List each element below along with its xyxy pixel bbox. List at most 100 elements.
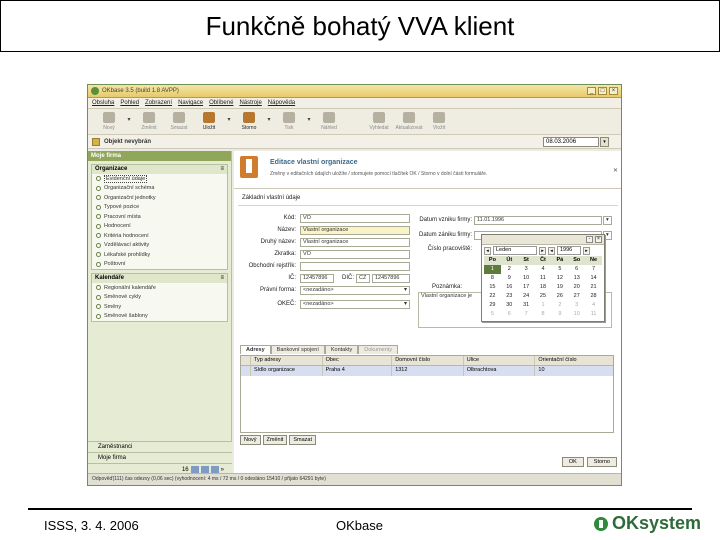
sidebar-item-kriteria-hodnoceni[interactable]: Kritéria hodnocení (92, 231, 227, 241)
calendar-day[interactable]: 22 (484, 292, 501, 301)
sidebar-item-smenove-cykly[interactable]: Směnové cykly (92, 293, 227, 303)
menu-obsluha[interactable]: Obsluha (92, 100, 114, 106)
calendar-day[interactable]: 2 (551, 301, 568, 310)
tab-bankovni-spojeni[interactable]: Bankovní spojení (270, 345, 325, 354)
panel-organizace-header[interactable]: Organizace ≡ (92, 165, 227, 174)
sidebar-item-organizacni-schema[interactable]: Organizační schéma (92, 184, 227, 194)
calendar-day[interactable]: 12 (551, 274, 568, 283)
column-header[interactable]: Typ adresy (251, 356, 323, 365)
save-dropdown-icon[interactable]: ▾ (224, 112, 234, 123)
close-form-icon[interactable]: ✕ (613, 167, 618, 174)
prev-month-icon[interactable]: ◂ (484, 246, 491, 255)
calendar-day[interactable]: 10 (568, 310, 585, 319)
calendar-day[interactable]: 13 (568, 274, 585, 283)
calendar-day[interactable]: 11 (585, 310, 602, 319)
delete-button[interactable]: Smazat (164, 112, 194, 131)
calendar-day[interactable]: 23 (501, 292, 518, 301)
datum-vzniku-dropdown-icon[interactable]: ▾ (603, 216, 612, 225)
calendar-day[interactable]: 8 (484, 274, 501, 283)
working-date-field[interactable]: 08.03.2006 (543, 137, 599, 147)
sidebar-item-smeny[interactable]: Směny (92, 302, 227, 312)
calendar-day[interactable]: 6 (568, 265, 585, 274)
rejstrik-field[interactable] (300, 262, 410, 271)
sidebar-nav-zamestnanci[interactable]: Zaměstnanci (88, 441, 232, 452)
calendar-day[interactable]: 18 (535, 283, 552, 292)
calendar-day[interactable]: 3 (518, 265, 535, 274)
minimize-button[interactable]: _ (587, 87, 596, 95)
save-button[interactable]: Uložit (194, 112, 224, 131)
menu-zobrazeni[interactable]: Zobrazení (145, 100, 172, 106)
menu-pohled[interactable]: Pohled (120, 100, 139, 106)
calendar-day[interactable]: 2 (501, 265, 518, 274)
sidebar-item-pracovni-mista[interactable]: Pracovní místa (92, 212, 227, 222)
sidebar-item-vzdelavaci-aktivity[interactable]: Vzdělávací aktivity (92, 241, 227, 251)
calendar-day[interactable]: 28 (585, 292, 602, 301)
calendar-day[interactable]: 5 (484, 310, 501, 319)
new-dropdown-icon[interactable]: ▾ (124, 112, 134, 123)
okec-select[interactable]: <nezadáno> (300, 300, 410, 309)
menu-napoveda[interactable]: Nápověda (268, 100, 295, 106)
preview-button[interactable]: Náhled (314, 112, 344, 131)
calendar-day[interactable]: 29 (484, 301, 501, 310)
menu-navigace[interactable]: Navigace (178, 100, 203, 106)
calendar-day[interactable]: 24 (518, 292, 535, 301)
sidebar-item-hodnoceni[interactable]: Hodnocení (92, 222, 227, 232)
refresh-button[interactable]: Aktualizovat (394, 112, 424, 131)
sidebar-item-regionalni-kalendare[interactable]: Regionální kalendáře (92, 283, 227, 293)
more-icon[interactable]: » (221, 467, 224, 473)
tab-kontakty[interactable]: Kontakty (324, 345, 359, 354)
month-select[interactable]: Leden (493, 246, 537, 255)
dic-field[interactable]: 12457896 (372, 274, 410, 283)
insert-button[interactable]: Vložit (424, 112, 454, 131)
cancel-button[interactable]: Storno (234, 112, 264, 131)
new-button[interactable]: Nový (94, 112, 124, 131)
grid-new-button[interactable]: Nový (240, 435, 261, 445)
next-year-icon[interactable]: ▸ (583, 246, 590, 255)
sidebar-item-organizacni-jednotky[interactable]: Organizační jednotky (92, 193, 227, 203)
date-picker-button[interactable]: ▾ (600, 137, 609, 147)
close-button[interactable]: × (609, 87, 618, 95)
table-row[interactable]: Sídlo organizace Praha 4 1312 Olbrachtov… (241, 366, 613, 376)
calendar-day[interactable]: 9 (551, 310, 568, 319)
calendar-day[interactable]: 16 (501, 283, 518, 292)
dic-prefix-field[interactable]: CZ (356, 274, 370, 283)
calendar-day[interactable]: 11 (535, 274, 552, 283)
grid-delete-button[interactable]: Smazat (289, 435, 316, 445)
grid-edit-button[interactable]: Změnit (262, 435, 288, 445)
sidebar-item-smenove-sablony[interactable]: Směnové šablony (92, 312, 227, 322)
calendar-day[interactable]: 1 (535, 301, 552, 310)
calendar-day[interactable]: 17 (518, 283, 535, 292)
calendar-day[interactable]: 26 (551, 292, 568, 301)
column-header[interactable]: Obec (323, 356, 393, 365)
tab-adresy[interactable]: Adresy (240, 345, 271, 354)
sidebar-item-lekarske-prohlidky[interactable]: Lékařské prohlídky (92, 250, 227, 260)
print-button[interactable]: Tisk (274, 112, 304, 131)
datum-vzniku-field[interactable]: 11.01.1996 (474, 216, 602, 225)
collapse-icon[interactable]: ≡ (220, 274, 224, 283)
calendar-day[interactable]: 4 (585, 301, 602, 310)
next-month-icon[interactable]: ▸ (539, 246, 546, 255)
calendar-day[interactable]: 3 (568, 301, 585, 310)
year-field[interactable]: 1996 (557, 246, 581, 255)
calendar-day[interactable]: 21 (585, 283, 602, 292)
search-button[interactable]: Vyhledat (364, 112, 394, 131)
print-dropdown-icon[interactable]: ▾ (304, 112, 314, 123)
column-header[interactable]: Domovní číslo (392, 356, 464, 365)
edit-button[interactable]: Změnit (134, 112, 164, 131)
column-header[interactable]: Orientační číslo (535, 356, 613, 365)
calendar-day[interactable]: 30 (501, 301, 518, 310)
sidebar-item-typove-pozice[interactable]: Typové pozice (92, 203, 227, 213)
calendar-day[interactable]: 27 (568, 292, 585, 301)
calendar-day[interactable]: 31 (518, 301, 535, 310)
prev-year-icon[interactable]: ◂ (548, 246, 555, 255)
calendar-day[interactable]: 15 (484, 283, 501, 292)
calendar-day[interactable]: 20 (568, 283, 585, 292)
sidebar-item-evidencni-udaje[interactable]: Evidenční údaje (92, 174, 227, 184)
calendar-day[interactable]: 6 (501, 310, 518, 319)
maximize-button[interactable]: □ (598, 87, 607, 95)
calendar-day[interactable]: 1 (484, 265, 501, 274)
menu-oblibene[interactable]: Oblíbené (209, 100, 233, 106)
calendar-day[interactable]: 19 (551, 283, 568, 292)
date-picker-close-icon[interactable]: × (595, 236, 602, 243)
calendar-day[interactable]: 8 (535, 310, 552, 319)
